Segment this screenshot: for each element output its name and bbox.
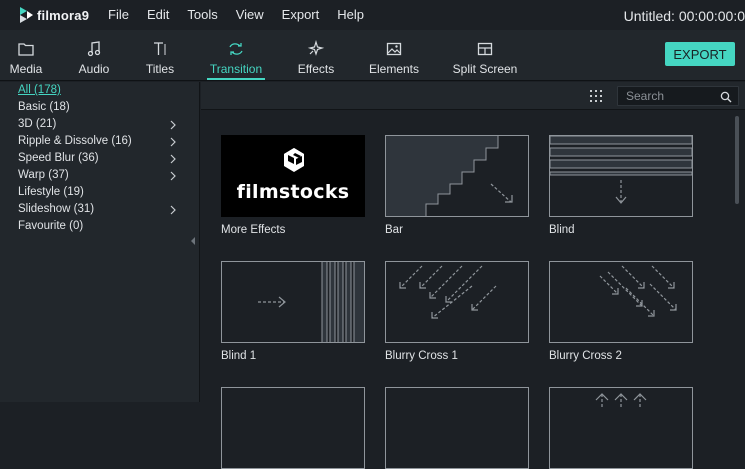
tab-label: Audio (78, 62, 110, 76)
grid-view-icon[interactable] (589, 89, 603, 103)
library-scrollbar[interactable] (735, 112, 739, 402)
tab-elements[interactable]: Elements (368, 30, 420, 80)
chevron-right-icon[interactable] (168, 120, 178, 130)
transition-name: Blind (549, 224, 575, 236)
search-input[interactable] (626, 89, 718, 103)
blurry-cross-2-icon (599, 265, 677, 317)
category-all[interactable]: All (178) (18, 84, 61, 96)
menu-export[interactable]: Export (282, 0, 320, 30)
menu-edit[interactable]: Edit (147, 0, 169, 30)
transition-thumbnail (549, 135, 693, 217)
transition-name: Blurry Cross 2 (549, 350, 622, 362)
transition-thumbnail (385, 387, 529, 469)
category-favourite[interactable]: Favourite (0) (18, 220, 83, 232)
tab-transition[interactable]: Transition (207, 30, 265, 80)
transition-item-more-effects[interactable]: filmstocks More Effects (221, 135, 365, 236)
tab-label: Split Screen (452, 62, 518, 76)
chevron-right-icon[interactable] (168, 205, 178, 215)
filmstocks-logo-icon (284, 148, 304, 172)
tab-effects[interactable]: Effects (294, 30, 338, 80)
tab-label: Effects (297, 62, 335, 76)
category-basic[interactable]: Basic (18) (18, 101, 70, 113)
folder-icon (18, 43, 34, 56)
category-ripple-dissolve[interactable]: Ripple & Dissolve (16) (18, 135, 132, 147)
tab-audio[interactable]: Audio (72, 30, 116, 80)
blurry-cross-1-icon (399, 265, 497, 319)
app-logo-text: filmora9 (37, 7, 90, 23)
split-screen-icon (477, 42, 493, 56)
chevron-right-icon[interactable] (168, 171, 178, 181)
transition-library: filmstocks More Effects Bar (201, 82, 745, 469)
toolbar: Media Audio Titles Transition Effects El… (0, 30, 745, 81)
transition-thumbnail (385, 135, 529, 217)
chevron-right-icon[interactable] (168, 137, 178, 147)
menu-file[interactable]: File (108, 0, 129, 30)
transition-thumbnail (549, 261, 693, 343)
transition-name: More Effects (221, 224, 286, 236)
category-warp[interactable]: Warp (37) (18, 169, 69, 181)
category-lifestyle[interactable]: Lifestyle (19) (18, 186, 84, 198)
transition-thumbnail (549, 387, 693, 469)
menu-help[interactable]: Help (337, 0, 364, 30)
window-title: Untitled: 00:00:00:0 (623, 8, 745, 24)
filmstocks-text: filmstocks (236, 181, 350, 203)
main-menu: File Edit Tools View Export Help (104, 0, 382, 30)
tab-label: Media (9, 62, 43, 76)
blind-horizontal-transition-icon (258, 262, 364, 342)
category-slideshow[interactable]: Slideshow (31) (18, 203, 94, 215)
menu-tools[interactable]: Tools (187, 0, 217, 30)
transition-icon (229, 43, 243, 55)
transition-item-blind[interactable]: Blind (549, 135, 693, 236)
scrollbar-thumb[interactable] (735, 116, 739, 204)
transition-item-blurry-cross-1[interactable]: Blurry Cross 1 (385, 261, 529, 362)
chevron-right-icon[interactable] (168, 154, 178, 164)
transition-thumbnail: filmstocks (221, 135, 365, 217)
transition-thumbnail (385, 261, 529, 343)
transition-item-bar[interactable]: Bar (385, 135, 529, 236)
transition-item-row3-1[interactable] (221, 387, 365, 469)
category-3d[interactable]: 3D (21) (18, 118, 56, 130)
menu-view[interactable]: View (236, 0, 264, 30)
transition-item-row3-2[interactable] (385, 387, 529, 469)
arrows-up-icon (595, 393, 647, 408)
transition-thumbnail (221, 387, 365, 469)
tab-split-screen[interactable]: Split Screen (452, 30, 518, 80)
image-icon (386, 42, 402, 56)
collapse-panel-icon[interactable] (190, 236, 196, 246)
text-icon (154, 42, 166, 55)
library-header (201, 82, 745, 110)
tab-media[interactable]: Media (4, 30, 48, 80)
app-logo: filmora9 (18, 6, 104, 24)
transition-item-blind-1[interactable]: Blind 1 (221, 261, 365, 362)
tab-label: Titles (145, 62, 175, 76)
transition-thumbnail (221, 261, 365, 343)
category-sidebar: All (178) Basic (18) 3D (21) Ripple & Di… (0, 82, 200, 402)
transition-name: Bar (385, 224, 403, 236)
bar-transition-icon (386, 136, 513, 216)
transition-item-blurry-cross-2[interactable]: Blurry Cross 2 (549, 261, 693, 362)
sparkle-icon (307, 40, 325, 56)
search-icon[interactable] (720, 91, 732, 103)
music-note-icon (87, 41, 101, 57)
blind-transition-icon (550, 136, 692, 204)
transition-item-row3-3[interactable] (549, 387, 693, 469)
tab-titles[interactable]: Titles (138, 30, 182, 80)
category-speed-blur[interactable]: Speed Blur (36) (18, 152, 99, 164)
transition-name: Blurry Cross 1 (385, 350, 458, 362)
tab-label: Transition (209, 62, 263, 76)
search-box (617, 86, 739, 106)
export-button[interactable]: EXPORT (665, 42, 735, 66)
transition-name: Blind 1 (221, 350, 257, 362)
filmora-logo-icon (20, 7, 33, 23)
menu-bar: filmora9 File Edit Tools View Export Hel… (0, 0, 745, 30)
tab-label: Elements (368, 62, 420, 76)
